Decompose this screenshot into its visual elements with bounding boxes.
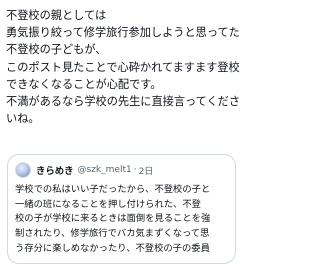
post-text-line: このポスト見たことで心砕かれてますます登校 bbox=[6, 60, 240, 74]
quoted-text-line: 一緒の班になることを押し付けられた、不登 bbox=[15, 198, 201, 210]
quoted-text-line: う存分に楽しめなかったり、不登校の子の委員 bbox=[15, 242, 210, 254]
quoted-post-header: きらめき @szk_melt1 · 2日 bbox=[15, 161, 153, 179]
post-text-line: 不満があるなら学校の先生に直接言ってくださ bbox=[6, 95, 241, 109]
quoted-post-card[interactable]: きらめき @szk_melt1 · 2日 学校での私はいい子だったから、不登校の… bbox=[7, 154, 236, 264]
quoted-text-line: 学校での私はいい子だったから、不登校の子と bbox=[15, 184, 211, 195]
post-text-line: いね。 bbox=[6, 112, 40, 126]
post-text-line: できなくなることが心配です。 bbox=[6, 77, 162, 91]
quoted-text-line: 校の子が学校に来るときは面倒を見ることを強 bbox=[15, 213, 211, 225]
post-text-line: 勇気振り絞って修学旅行参加しようと思ってた bbox=[6, 26, 240, 40]
quoted-post-date[interactable]: 2日 bbox=[139, 164, 154, 177]
separator-dot: · bbox=[133, 165, 137, 175]
avatar[interactable] bbox=[15, 162, 31, 178]
quoted-text-line: 制されたり、修学旅行でバカ気まずくなって思 bbox=[15, 228, 210, 240]
quoted-author-handle[interactable]: @szk_melt1 bbox=[78, 165, 132, 175]
post-text-line: 不登校の子どもが、 bbox=[6, 43, 107, 57]
quoted-post-text: 学校での私はいい子だったから、不登校の子と 一緒の班になることを押し付けられた、… bbox=[15, 183, 235, 257]
quoted-author-name[interactable]: きらめき bbox=[36, 163, 74, 177]
post-body: 不登校の親としては 勇気振り絞って修学旅行参加しようと思ってた 不登校の子どもが… bbox=[6, 7, 242, 127]
post-text-line: 不登校の親としては bbox=[6, 9, 107, 22]
